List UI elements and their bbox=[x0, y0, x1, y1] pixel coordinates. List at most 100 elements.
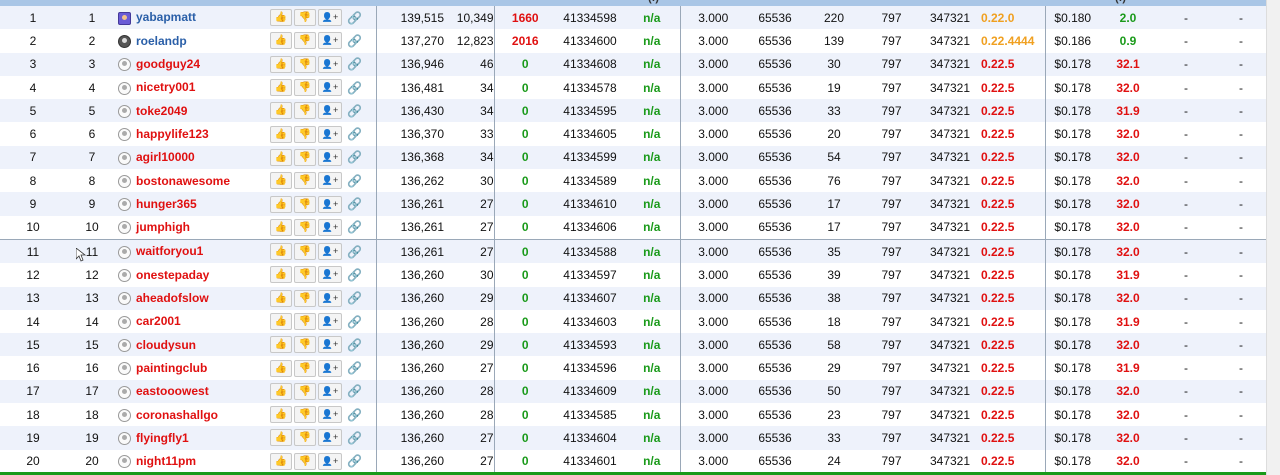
thumbs-up-icon[interactable]: 👍 bbox=[270, 148, 292, 166]
link-icon[interactable]: 🔗 bbox=[347, 361, 362, 375]
add-user-icon[interactable]: 👤+ bbox=[318, 218, 342, 236]
link-icon[interactable]: 🔗 bbox=[347, 81, 362, 95]
link-icon[interactable]: 🔗 bbox=[347, 104, 362, 118]
thumbs-up-icon[interactable]: 👍 bbox=[270, 382, 292, 400]
thumbs-up-icon[interactable]: 👍 bbox=[270, 313, 292, 330]
add-user-icon[interactable]: 👤+ bbox=[318, 313, 342, 330]
witness-name-link[interactable]: agirl10000 bbox=[136, 150, 195, 164]
add-user-icon[interactable]: 👤+ bbox=[318, 148, 342, 166]
thumbs-down-icon[interactable]: 👎 bbox=[294, 9, 316, 27]
witness-name-link[interactable]: toke2049 bbox=[136, 104, 187, 118]
thumbs-up-icon[interactable]: 👍 bbox=[270, 289, 292, 307]
link-icon[interactable]: 🔗 bbox=[347, 57, 362, 71]
thumbs-up-icon[interactable]: 👍 bbox=[270, 218, 292, 236]
thumbs-up-icon[interactable]: 👍 bbox=[270, 359, 292, 377]
thumbs-down-icon[interactable]: 👎 bbox=[294, 243, 316, 261]
add-user-icon[interactable]: 👤+ bbox=[318, 243, 342, 261]
add-user-icon[interactable]: 👤+ bbox=[318, 382, 342, 400]
witness-name-link[interactable]: waitforyou1 bbox=[136, 244, 203, 258]
witness-name-link[interactable]: car2001 bbox=[136, 314, 181, 328]
thumbs-up-icon[interactable]: 👍 bbox=[270, 336, 292, 354]
link-icon[interactable]: 🔗 bbox=[347, 220, 362, 234]
thumbs-down-icon[interactable]: 👎 bbox=[294, 266, 316, 284]
thumbs-up-icon[interactable]: 👍 bbox=[270, 125, 292, 143]
thumbs-up-icon[interactable]: 👍 bbox=[270, 195, 292, 213]
witness-name-link[interactable]: roelandp bbox=[136, 34, 187, 48]
add-user-icon[interactable]: 👤+ bbox=[318, 359, 342, 377]
witness-name-link[interactable]: cloudysun bbox=[136, 338, 196, 352]
witness-name-link[interactable]: coronashallgo bbox=[136, 408, 218, 422]
add-user-icon[interactable]: 👤+ bbox=[318, 336, 342, 354]
add-user-icon[interactable]: 👤+ bbox=[318, 32, 342, 50]
vertical-scrollbar[interactable] bbox=[1266, 0, 1280, 475]
thumbs-down-icon[interactable]: 👎 bbox=[294, 102, 316, 120]
thumbs-up-icon[interactable]: 👍 bbox=[270, 102, 292, 120]
witness-name-link[interactable]: aheadofslow bbox=[136, 291, 209, 305]
link-icon[interactable]: 🔗 bbox=[347, 245, 362, 259]
link-icon[interactable]: 🔗 bbox=[347, 431, 362, 445]
link-icon[interactable]: 🔗 bbox=[347, 315, 362, 329]
add-user-icon[interactable]: 👤+ bbox=[318, 266, 342, 284]
add-user-icon[interactable]: 👤+ bbox=[318, 172, 342, 190]
thumbs-up-icon[interactable]: 👍 bbox=[270, 32, 292, 50]
witness-name-link[interactable]: paintingclub bbox=[136, 361, 207, 375]
add-user-icon[interactable]: 👤+ bbox=[318, 406, 342, 424]
link-icon[interactable]: 🔗 bbox=[347, 291, 362, 305]
thumbs-down-icon[interactable]: 👎 bbox=[294, 452, 316, 470]
thumbs-down-icon[interactable]: 👎 bbox=[294, 195, 316, 213]
thumbs-up-icon[interactable]: 👍 bbox=[270, 266, 292, 284]
add-user-icon[interactable]: 👤+ bbox=[318, 452, 342, 470]
thumbs-down-icon[interactable]: 👎 bbox=[294, 55, 316, 73]
witness-name-link[interactable]: onestepaday bbox=[136, 268, 209, 282]
link-icon[interactable]: 🔗 bbox=[347, 408, 362, 422]
link-icon[interactable]: 🔗 bbox=[347, 174, 362, 188]
add-user-icon[interactable]: 👤+ bbox=[318, 79, 342, 97]
thumbs-up-icon[interactable]: 👍 bbox=[270, 9, 292, 27]
witness-name-link[interactable]: happylife123 bbox=[136, 127, 209, 141]
link-icon[interactable]: 🔗 bbox=[347, 11, 362, 25]
link-icon[interactable]: 🔗 bbox=[347, 268, 362, 282]
witness-name-link[interactable]: night11pm bbox=[136, 454, 196, 468]
thumbs-down-icon[interactable]: 👎 bbox=[294, 359, 316, 377]
thumbs-down-icon[interactable]: 👎 bbox=[294, 148, 316, 166]
thumbs-down-icon[interactable]: 👎 bbox=[294, 382, 316, 400]
thumbs-up-icon[interactable]: 👍 bbox=[270, 172, 292, 190]
thumbs-down-icon[interactable]: 👎 bbox=[294, 79, 316, 97]
add-user-icon[interactable]: 👤+ bbox=[318, 125, 342, 143]
add-user-icon[interactable]: 👤+ bbox=[318, 55, 342, 73]
thumbs-up-icon[interactable]: 👍 bbox=[270, 243, 292, 261]
thumbs-down-icon[interactable]: 👎 bbox=[294, 125, 316, 143]
add-user-icon[interactable]: 👤+ bbox=[318, 9, 342, 27]
thumbs-down-icon[interactable]: 👎 bbox=[294, 32, 316, 50]
link-icon[interactable]: 🔗 bbox=[347, 338, 362, 352]
thumbs-up-icon[interactable]: 👍 bbox=[270, 55, 292, 73]
witness-name-link[interactable]: jumphigh bbox=[136, 220, 190, 234]
thumbs-up-icon[interactable]: 👍 bbox=[270, 452, 292, 470]
thumbs-down-icon[interactable]: 👎 bbox=[294, 313, 316, 330]
add-user-icon[interactable]: 👤+ bbox=[318, 102, 342, 120]
link-icon[interactable]: 🔗 bbox=[347, 384, 362, 398]
witness-name-link[interactable]: hunger365 bbox=[136, 197, 197, 211]
thumbs-down-icon[interactable]: 👎 bbox=[294, 289, 316, 307]
witness-name-link[interactable]: flyingfly1 bbox=[136, 431, 189, 445]
thumbs-down-icon[interactable]: 👎 bbox=[294, 218, 316, 236]
thumbs-up-icon[interactable]: 👍 bbox=[270, 406, 292, 424]
witness-name-link[interactable]: bostonawesome bbox=[136, 174, 230, 188]
thumbs-down-icon[interactable]: 👎 bbox=[294, 429, 316, 447]
thumbs-down-icon[interactable]: 👎 bbox=[294, 336, 316, 354]
thumbs-down-icon[interactable]: 👎 bbox=[294, 406, 316, 424]
link-icon[interactable]: 🔗 bbox=[347, 150, 362, 164]
witness-name-link[interactable]: yabapmatt bbox=[136, 10, 196, 24]
thumbs-down-icon[interactable]: 👎 bbox=[294, 172, 316, 190]
add-user-icon[interactable]: 👤+ bbox=[318, 289, 342, 307]
witness-name-link[interactable]: eastooowest bbox=[136, 384, 209, 398]
thumbs-up-icon[interactable]: 👍 bbox=[270, 429, 292, 447]
witness-name-link[interactable]: goodguy24 bbox=[136, 57, 200, 71]
link-icon[interactable]: 🔗 bbox=[347, 197, 362, 211]
link-icon[interactable]: 🔗 bbox=[347, 127, 362, 141]
link-icon[interactable]: 🔗 bbox=[347, 34, 362, 48]
thumbs-up-icon[interactable]: 👍 bbox=[270, 79, 292, 97]
link-icon[interactable]: 🔗 bbox=[347, 454, 362, 468]
add-user-icon[interactable]: 👤+ bbox=[318, 195, 342, 213]
witness-name-link[interactable]: nicetry001 bbox=[136, 80, 195, 94]
